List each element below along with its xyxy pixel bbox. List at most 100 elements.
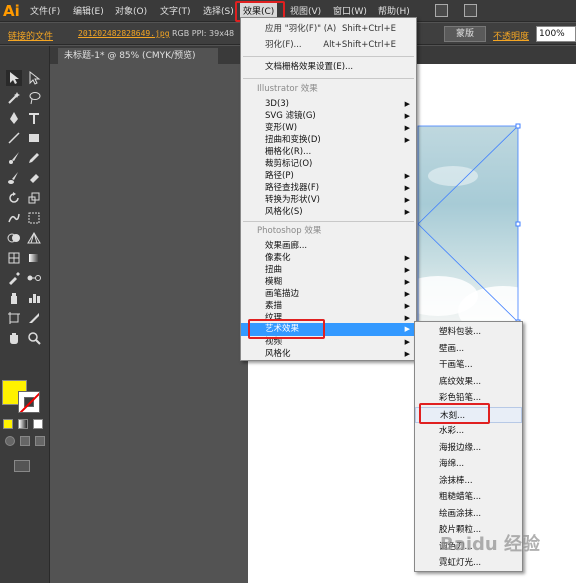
- none-mode-icon[interactable]: [33, 419, 43, 429]
- shape-builder-tool-icon[interactable]: [6, 230, 22, 246]
- menu-item-distort[interactable]: 扭曲 ▶: [241, 264, 416, 276]
- file-name-part2: 8649.jpg: [130, 29, 170, 38]
- menu-item-warp[interactable]: 变形(W) ▶: [241, 122, 416, 134]
- linked-file-label[interactable]: 链接的文件: [8, 29, 53, 42]
- file-name-link[interactable]: 201202482828649.jpg: [78, 29, 170, 38]
- submenu-item-smudge-stick[interactable]: 涂抹棒...: [415, 473, 522, 490]
- item-label: 模糊: [265, 277, 283, 287]
- menu-help[interactable]: 帮助(H): [378, 4, 410, 17]
- eraser-tool-icon[interactable]: [26, 170, 42, 186]
- stroke-color-swatch[interactable]: [18, 391, 40, 413]
- scale-tool-icon[interactable]: [26, 190, 42, 206]
- perspective-grid-tool-icon[interactable]: [26, 230, 42, 246]
- menu-item-convert-to-shape[interactable]: 转换为形状(V) ▶: [241, 194, 416, 206]
- menu-item-pixelate[interactable]: 像素化 ▶: [241, 252, 416, 264]
- photoshop-effects-header: Photoshop 效果: [257, 226, 322, 236]
- submenu-arrow-icon: ▶: [404, 290, 410, 298]
- mesh-tool-icon[interactable]: [6, 250, 22, 266]
- line-tool-icon[interactable]: [6, 130, 22, 146]
- menu-effect[interactable]: 效果(C): [240, 3, 278, 18]
- screen-mode-icon[interactable]: [14, 460, 30, 472]
- magic-wand-tool-icon[interactable]: [6, 90, 22, 106]
- item-label: 效果画廊...: [265, 241, 308, 251]
- submenu-arrow-icon: ▶: [404, 266, 410, 274]
- direct-selection-tool-icon[interactable]: [26, 70, 42, 86]
- menu-item-stylize-ai[interactable]: 风格化(S) ▶: [241, 206, 416, 218]
- item-label: 裁剪标记(O): [265, 159, 313, 169]
- hand-tool-icon[interactable]: [6, 330, 22, 346]
- menu-object[interactable]: 对象(O): [115, 4, 147, 17]
- menu-type[interactable]: 文字(T): [160, 4, 191, 17]
- menu-item-last-effect[interactable]: 羽化(F)... Alt+Shift+Ctrl+E: [241, 39, 416, 51]
- submenu-item-plastic-wrap[interactable]: 塑料包装...: [415, 324, 522, 341]
- symbol-sprayer-tool-icon[interactable]: [6, 290, 22, 306]
- warp-tool-icon[interactable]: [6, 210, 22, 226]
- bridge-icon[interactable]: [435, 4, 448, 17]
- pencil-tool-icon[interactable]: [26, 150, 42, 166]
- submenu-item-fresco[interactable]: 壁画...: [415, 341, 522, 358]
- gradient-tool-icon[interactable]: [26, 250, 42, 266]
- menu-view[interactable]: 视图(V): [290, 4, 321, 17]
- menu-separator: [243, 56, 414, 57]
- item-label: 风格化(S): [265, 207, 303, 217]
- blob-brush-tool-icon[interactable]: [6, 170, 22, 186]
- menu-item-3d[interactable]: 3D(3) ▶: [241, 98, 416, 110]
- column-graph-tool-icon[interactable]: [26, 290, 42, 306]
- menu-edit[interactable]: 编辑(E): [73, 4, 104, 17]
- mask-button[interactable]: 蒙版: [444, 26, 486, 42]
- slice-tool-icon[interactable]: [26, 310, 42, 326]
- menu-window[interactable]: 窗口(W): [333, 4, 367, 17]
- menu-select[interactable]: 选择(S): [203, 4, 234, 17]
- lasso-tool-icon[interactable]: [26, 90, 42, 106]
- menu-item-path[interactable]: 路径(P) ▶: [241, 170, 416, 182]
- submenu-item-dry-brush[interactable]: 干画笔...: [415, 357, 522, 374]
- submenu-item-cutout[interactable]: 木刻...: [415, 406, 522, 423]
- submenu-item-underpainting[interactable]: 底纹效果...: [415, 374, 522, 391]
- free-transform-tool-icon[interactable]: [26, 210, 42, 226]
- submenu-item-sponge[interactable]: 海绵...: [415, 456, 522, 473]
- opacity-input[interactable]: 100%: [536, 26, 576, 42]
- submenu-item-rough-pastels[interactable]: 粗糙蜡笔...: [415, 489, 522, 506]
- selection-bounding-box[interactable]: [400, 120, 530, 330]
- submenu-item-poster-edges[interactable]: 海报边缘...: [415, 440, 522, 457]
- menu-item-effect-gallery[interactable]: 效果画廊...: [241, 240, 416, 252]
- menu-item-svg-filters[interactable]: SVG 滤镜(G) ▶: [241, 110, 416, 122]
- draw-normal-icon[interactable]: [5, 436, 15, 446]
- pen-tool-icon[interactable]: [6, 110, 22, 126]
- submenu-item-colored-pencil[interactable]: 彩色铅笔...: [415, 390, 522, 407]
- document-tab[interactable]: 未标题-1* @ 85% (CMYK/预览): [58, 48, 218, 64]
- draw-inside-icon[interactable]: [35, 436, 45, 446]
- arrange-documents-icon[interactable]: [464, 4, 477, 17]
- menu-item-video[interactable]: 视频 ▶: [241, 336, 416, 348]
- menu-item-artistic[interactable]: 艺术效果 ▶: [241, 323, 416, 336]
- paintbrush-tool-icon[interactable]: [6, 150, 22, 166]
- submenu-item-paint-daubs[interactable]: 绘画涂抹...: [415, 506, 522, 523]
- menu-item-apply-last[interactable]: 应用 "羽化(F)" (A) Shift+Ctrl+E: [241, 23, 416, 35]
- type-tool-icon[interactable]: [26, 110, 42, 126]
- selection-tool-icon[interactable]: [6, 70, 22, 86]
- menu-item-raster-settings[interactable]: 文档栅格效果设置(E)...: [241, 61, 416, 73]
- eyedropper-tool-icon[interactable]: [6, 270, 22, 286]
- menu-separator: [243, 78, 414, 79]
- opacity-label[interactable]: 不透明度: [493, 29, 529, 42]
- menu-item-rasterize[interactable]: 栅格化(R)...: [241, 146, 416, 158]
- menu-item-brush-strokes[interactable]: 画笔描边 ▶: [241, 288, 416, 300]
- menu-item-blur[interactable]: 模糊 ▶: [241, 276, 416, 288]
- zoom-tool-icon[interactable]: [26, 330, 42, 346]
- menu-item-sketch[interactable]: 素描 ▶: [241, 300, 416, 312]
- menu-item-crop-marks[interactable]: 裁剪标记(O): [241, 158, 416, 170]
- menu-item-distort-transform[interactable]: 扭曲和变换(D) ▶: [241, 134, 416, 146]
- effect-menu: 应用 "羽化(F)" (A) Shift+Ctrl+E 羽化(F)... Alt+S…: [240, 17, 417, 361]
- menu-file[interactable]: 文件(F): [30, 4, 60, 17]
- menu-item-stylize-ps[interactable]: 风格化 ▶: [241, 348, 416, 360]
- submenu-item-neon-glow[interactable]: 霓虹灯光...: [415, 555, 522, 572]
- blend-tool-icon[interactable]: [26, 270, 42, 286]
- gradient-mode-icon[interactable]: [18, 419, 28, 429]
- submenu-item-watercolor[interactable]: 水彩...: [415, 423, 522, 440]
- menu-item-pathfinder[interactable]: 路径查找器(F) ▶: [241, 182, 416, 194]
- rotate-tool-icon[interactable]: [6, 190, 22, 206]
- rectangle-tool-icon[interactable]: [26, 130, 42, 146]
- color-mode-icon[interactable]: [3, 419, 13, 429]
- draw-behind-icon[interactable]: [20, 436, 30, 446]
- artboard-tool-icon[interactable]: [6, 310, 22, 326]
